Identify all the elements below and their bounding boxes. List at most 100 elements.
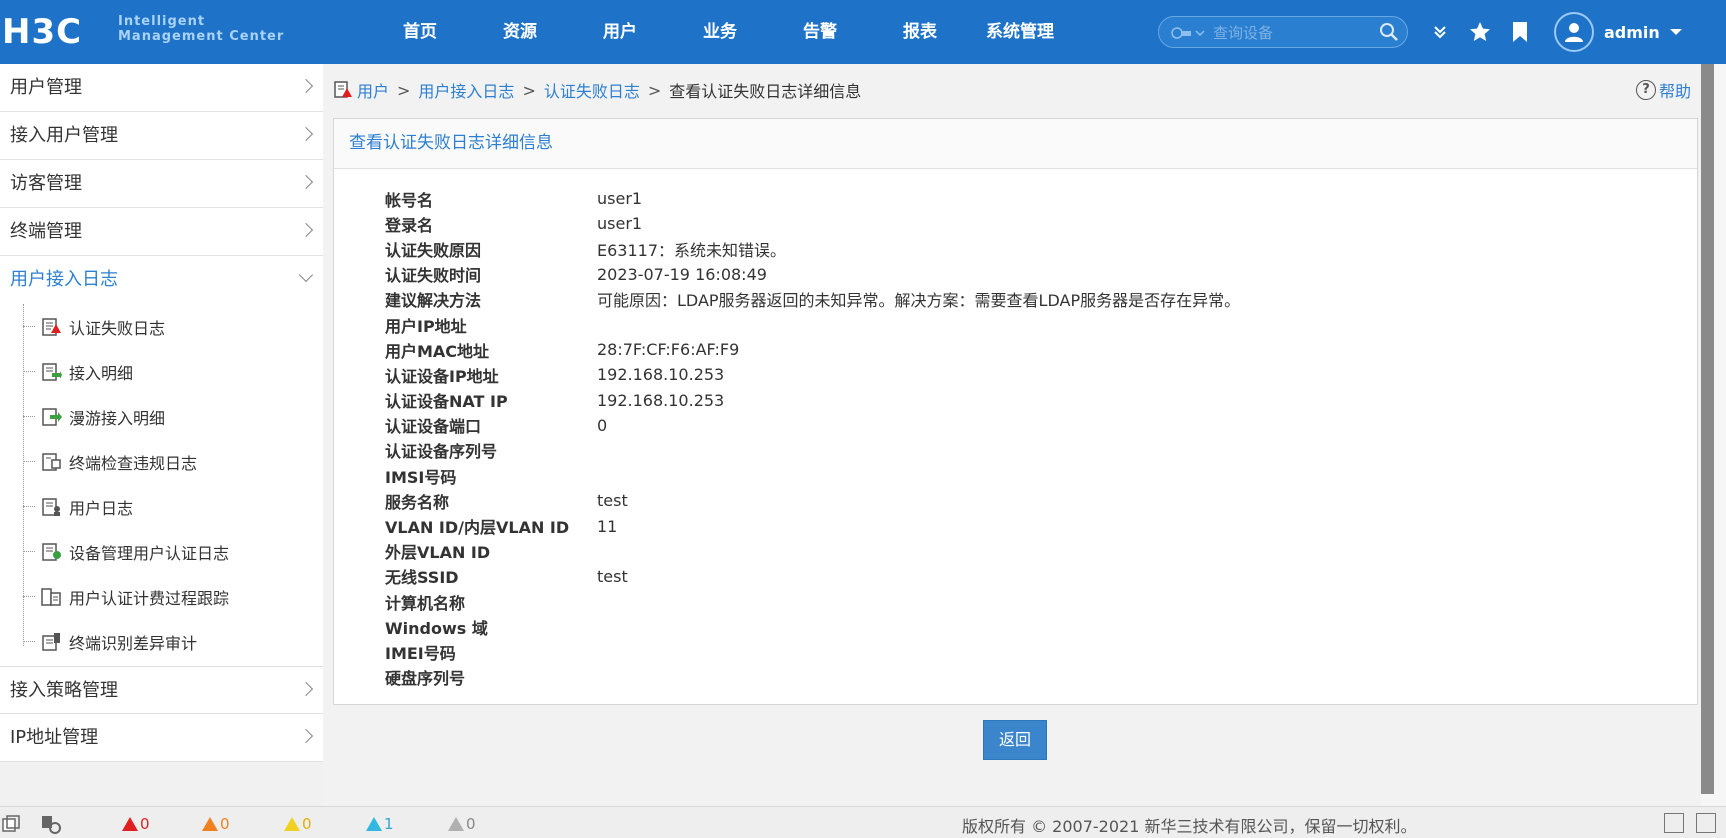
nav-system[interactable]: 系统管理: [970, 0, 1070, 64]
detail-key: 无线SSID: [385, 568, 459, 588]
detail-value: 192.168.10.253: [597, 365, 725, 385]
alarm-count: 0: [140, 815, 150, 833]
sidebar-subitem-terminal-check[interactable]: 终端检查违规日志: [0, 439, 323, 484]
sidebar-item-ip-management[interactable]: IP地址管理: [0, 714, 323, 762]
detail-key: 认证设备NAT IP: [385, 392, 508, 412]
breadcrumb-user[interactable]: 用户: [357, 78, 389, 102]
nav-resource[interactable]: 资源: [470, 0, 570, 64]
nav-user[interactable]: 用户: [570, 0, 670, 64]
detail-row: 帐号名 user1: [385, 186, 1240, 211]
sidebar-item-guest-management[interactable]: 访客管理: [0, 160, 323, 208]
alarm-major[interactable]: 0: [202, 815, 230, 833]
detail-row: 认证设备IP地址 192.168.10.253: [385, 362, 1240, 387]
sidebar-item-label: 接入策略管理: [10, 680, 118, 701]
alarm-critical-icon: [122, 817, 138, 831]
alarm-info[interactable]: 0: [448, 815, 476, 833]
expand-more-icon[interactable]: [1420, 14, 1460, 50]
nav-alarm[interactable]: 告警: [770, 0, 870, 64]
alarm-major-icon: [202, 817, 218, 831]
collapse-left-icon[interactable]: [1664, 813, 1684, 833]
sidebar-item-terminal-management[interactable]: 终端管理: [0, 208, 323, 256]
sidebar-subitem-roaming-access[interactable]: 漫游接入明细: [0, 394, 323, 439]
bookmark-icon[interactable]: [1500, 14, 1540, 50]
detail-key: 认证设备序列号: [385, 442, 498, 462]
detail-key: Windows 域: [385, 618, 488, 638]
logo-subtitle: Intelligent Management Center: [118, 14, 284, 44]
device-auth-log-icon: [42, 542, 61, 561]
h3c-logo[interactable]: H3C Intelligent Management Center: [0, 10, 290, 52]
breadcrumb-separator: >: [522, 80, 536, 100]
page-scrollbar[interactable]: [1701, 64, 1726, 806]
alarm-count: 0: [302, 815, 312, 833]
detail-key: 用户MAC地址: [385, 341, 490, 361]
expand-corner-icon[interactable]: [1696, 813, 1716, 833]
sidebar-subitem-terminal-audit[interactable]: 终端识别差异审计: [0, 619, 323, 664]
sidebar-item-access-policy[interactable]: 接入策略管理: [0, 666, 323, 714]
detail-row: 登录名 user1: [385, 211, 1240, 236]
sidebar-subitem-device-auth-log[interactable]: 设备管理用户认证日志: [0, 529, 323, 574]
back-button[interactable]: 返回: [983, 720, 1047, 760]
nav-report[interactable]: 报表: [870, 0, 970, 64]
sidebar-item-access-user-management[interactable]: 接入用户管理: [0, 112, 323, 160]
chevron-right-icon: [298, 174, 314, 190]
chevron-right-icon: [298, 78, 314, 94]
window-icon[interactable]: [2, 815, 20, 833]
detail-key: VLAN ID/内层VLAN ID: [385, 518, 570, 538]
alarm-count: 0: [466, 815, 476, 833]
detail-row: 认证失败原因 E63117：系统未知错误。: [385, 236, 1240, 261]
detail-row: 服务名称 test: [385, 488, 1240, 513]
chevron-right-icon: [298, 681, 314, 697]
alarm-critical[interactable]: 0: [122, 815, 150, 833]
sidebar-sublist: 认证失败日志 接入明细 漫游接入明细 终端检查违规日志 用户日志 设备管理用户认…: [0, 304, 323, 666]
subitem-label: 终端识别差异审计: [69, 633, 198, 653]
detail-key: 用户IP地址: [385, 316, 467, 336]
alarm-warning-icon: [366, 817, 382, 831]
user-menu[interactable]: admin: [1554, 12, 1682, 52]
star-icon[interactable]: [1460, 14, 1500, 50]
top-icons: [1420, 14, 1540, 50]
sidebar-item-label: 终端管理: [10, 221, 82, 242]
nav-home[interactable]: 首页: [370, 0, 470, 64]
breadcrumb-separator: >: [647, 80, 662, 100]
detail-row: 无线SSID test: [385, 564, 1240, 589]
breadcrumb: 用户 > 用户接入日志 > 认证失败日志 > 查看认证失败日志详细信息: [333, 78, 861, 102]
logo-subtitle-line2: Management Center: [118, 29, 285, 44]
search-scope-dropdown[interactable]: [1169, 24, 1207, 42]
breadcrumb-auth-fail-log[interactable]: 认证失败日志: [544, 78, 640, 102]
detail-row: 用户IP地址: [385, 312, 1240, 337]
alarm-minor-icon: [284, 817, 300, 831]
alarm-warning[interactable]: 1: [366, 815, 394, 833]
auth-trace-icon: [41, 587, 61, 606]
help-icon: ?: [1635, 80, 1656, 100]
nav-service[interactable]: 业务: [670, 0, 770, 64]
alarm-minor[interactable]: 0: [284, 815, 312, 833]
sidebar-item-label: 访客管理: [10, 173, 82, 194]
detail-key: IMSI号码: [385, 467, 457, 487]
subitem-label: 认证失败日志: [69, 318, 166, 338]
copyright: 版权所有 © 2007-2021 新华三技术有限公司，保留一切权利。: [962, 817, 1417, 836]
sidebar-subitem-auth-fail-log[interactable]: 认证失败日志: [0, 304, 323, 349]
sidebar-item-label: 用户接入日志: [10, 269, 118, 290]
sidebar-subitem-access-detail[interactable]: 接入明细: [0, 349, 323, 394]
detail-key: 外层VLAN ID: [385, 543, 491, 563]
settings-icon[interactable]: [40, 813, 62, 835]
sidebar-subitem-auth-trace[interactable]: 用户认证计费过程跟踪: [0, 574, 323, 619]
top-bar: H3C Intelligent Management Center 首页 资源 …: [0, 0, 1726, 64]
footer: 0 0 0 1 0 版权所有 © 2007-2021 新华三技术有限公司，保留一…: [0, 806, 1726, 838]
help-link[interactable]: ? 帮助: [1635, 78, 1691, 102]
scrollbar-thumb[interactable]: [1701, 64, 1714, 794]
alarm-info-icon: [448, 817, 464, 831]
sidebar-item-user-management[interactable]: 用户管理: [0, 64, 323, 112]
breadcrumb-separator: >: [397, 80, 411, 100]
subitem-label: 接入明细: [69, 363, 134, 383]
chevron-right-icon: [298, 126, 314, 142]
sidebar-subitem-user-log[interactable]: 用户日志: [0, 484, 323, 529]
sidebar-item-label: 接入用户管理: [10, 125, 118, 146]
search-icon[interactable]: [1379, 22, 1399, 42]
detail-value: 192.168.10.253: [597, 390, 725, 410]
breadcrumb-user-access-log[interactable]: 用户接入日志: [418, 78, 514, 102]
avatar-icon: [1554, 12, 1594, 52]
search-input[interactable]: [1213, 22, 1373, 44]
detail-row: VLAN ID/内层VLAN ID 11: [385, 513, 1240, 538]
sidebar-item-user-access-log[interactable]: 用户接入日志: [0, 256, 323, 304]
